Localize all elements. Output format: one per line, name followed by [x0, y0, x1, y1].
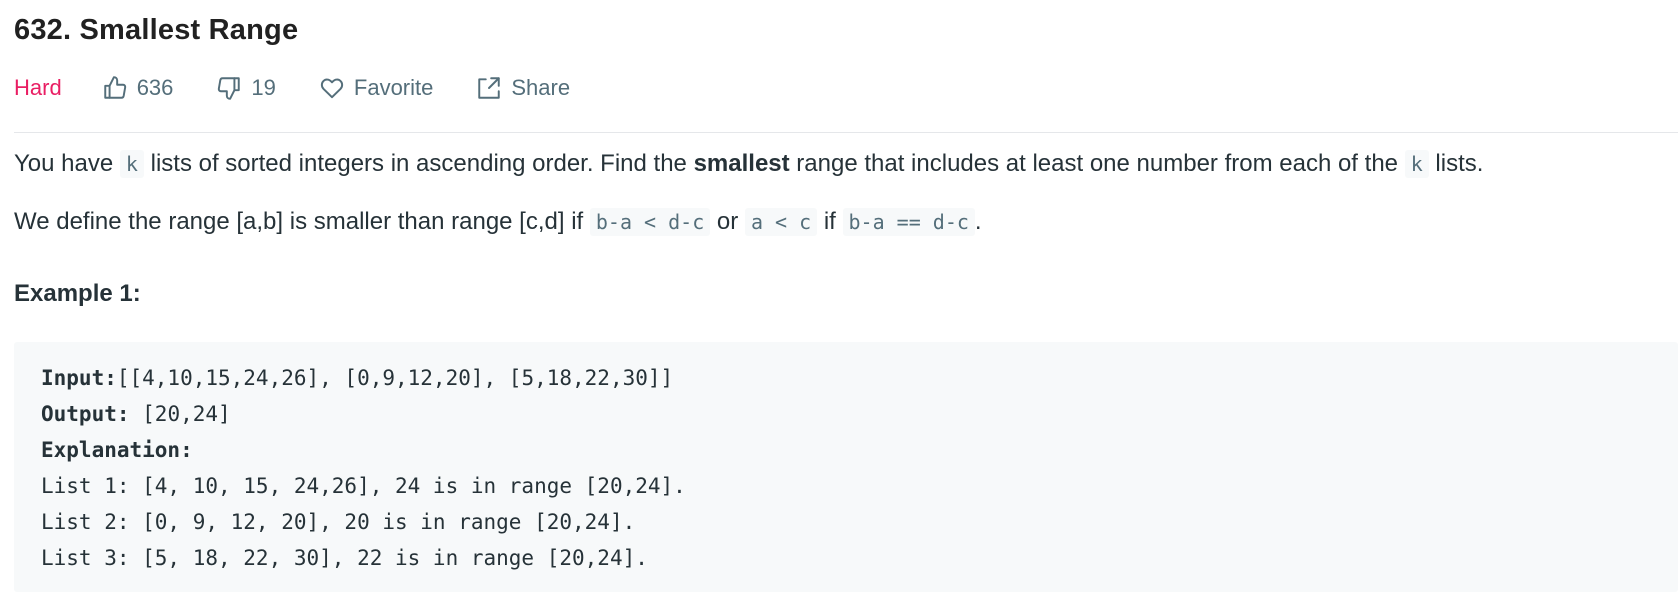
example-heading: Example 1: [14, 280, 141, 307]
text: . [974, 208, 982, 235]
thumbs-up-icon [103, 76, 126, 99]
heart-icon [320, 78, 344, 99]
thumbs-down-icon [218, 77, 241, 100]
inline-code: k [1404, 150, 1429, 178]
problem-title: 632. Smallest Range [14, 14, 299, 46]
input-label: Input: [41, 366, 117, 390]
input-line: Input:[[4,10,15,24,26], [0,9,12,20], [5,… [41, 360, 686, 396]
favorite-label: Favorite [353, 75, 434, 100]
explanation-line: Explanation: [41, 432, 686, 468]
text: if [817, 208, 843, 235]
inline-code: b-a == d-c [842, 208, 975, 236]
output-value: [20,24] [129, 402, 231, 426]
dislike-button[interactable]: 19 [216, 75, 276, 101]
dislike-count: 19 [251, 75, 276, 100]
example-code-block: Input:[[4,10,15,24,26], [0,9,12,20], [5,… [14, 342, 1678, 592]
problem-meta-bar: Hard 636 19 Favorite Share [14, 70, 613, 106]
output-line: Output: [20,24] [41, 396, 686, 432]
explanation-text-line: List 3: [5, 18, 22, 30], 22 is in range … [41, 546, 648, 570]
input-value: [[4,10,15,24,26], [0,9,12,20], [5,18,22,… [116, 366, 674, 390]
text: range that includes at least one number … [789, 150, 1405, 177]
favorite-button[interactable]: Favorite [319, 75, 433, 101]
description-paragraph-2: We define the range [a,b] is smaller tha… [14, 206, 982, 238]
inline-code: b-a < d-c [589, 208, 711, 236]
share-icon [478, 77, 501, 99]
like-count: 636 [136, 75, 174, 100]
output-label: Output: [41, 402, 130, 426]
explanation-text-line: List 1: [4, 10, 15, 24,26], 24 is in ran… [41, 474, 686, 498]
text: lists. [1428, 150, 1484, 177]
share-label: Share [511, 75, 571, 100]
share-button[interactable]: Share [476, 75, 570, 101]
text: We define the range [a,b] is smaller tha… [14, 208, 590, 235]
emphasis-text: smallest [693, 150, 790, 177]
description-paragraph-1: You have k lists of sorted integers in a… [14, 148, 1483, 180]
text: You have [14, 150, 120, 177]
header-divider [14, 132, 1678, 133]
inline-code: k [119, 150, 144, 178]
inline-code: a < c [744, 208, 818, 236]
text: or [710, 208, 745, 235]
like-button[interactable]: 636 [102, 75, 174, 101]
difficulty-label: Hard [14, 75, 62, 100]
text: lists of sorted integers in ascending or… [143, 150, 694, 177]
explanation-label: Explanation: [41, 438, 193, 462]
example-code-lines: Input:[[4,10,15,24,26], [0,9,12,20], [5,… [41, 360, 686, 576]
explanation-text-line: List 2: [0, 9, 12, 20], 20 is in range [… [41, 510, 636, 534]
